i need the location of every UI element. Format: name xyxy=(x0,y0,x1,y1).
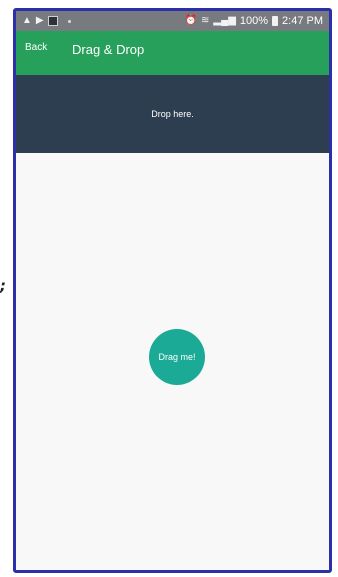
back-button[interactable]: Back xyxy=(25,42,47,53)
warning-icon: ▲ xyxy=(22,15,32,26)
status-bar-system: ⏰ ≋ ▂▄▆ 100% 2:47 PM xyxy=(185,11,323,31)
signal-icon: ▂▄▆ xyxy=(213,15,236,26)
more-notifications-icon xyxy=(67,19,71,23)
stray-cursor-mark: ; xyxy=(0,277,6,295)
page-title: Drag & Drop xyxy=(72,42,145,57)
draggable-label: Drag me! xyxy=(158,352,196,362)
play-store-icon: ▶ xyxy=(35,15,44,26)
drop-zone[interactable]: Drop here. xyxy=(16,75,329,153)
drop-zone-label: Drop here. xyxy=(151,109,194,119)
nav-header: Back Drag & Drop xyxy=(16,31,329,75)
app-notification-icon xyxy=(47,16,58,26)
draggable-circle[interactable]: Drag me! xyxy=(149,329,205,385)
clock: 2:47 PM xyxy=(282,15,323,27)
phone-screen: ▲ ▶ ⏰ ≋ ▂▄▆ 100% 2:47 PM Back Drag & Dro… xyxy=(13,8,332,573)
alarm-icon: ⏰ xyxy=(184,15,198,26)
battery-icon xyxy=(272,16,279,26)
status-bar-notifications: ▲ ▶ xyxy=(22,11,71,31)
wifi-icon: ≋ xyxy=(201,15,210,26)
status-bar: ▲ ▶ ⏰ ≋ ▂▄▆ 100% 2:47 PM xyxy=(16,11,329,31)
battery-percent: 100% xyxy=(239,15,269,27)
